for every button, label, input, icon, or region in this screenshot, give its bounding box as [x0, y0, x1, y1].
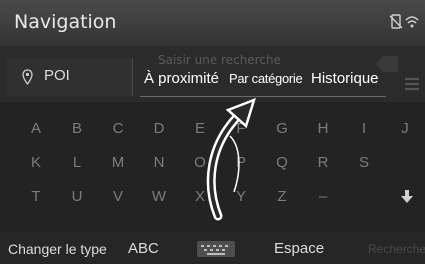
tab-par-categorie[interactable]: Par catégorie — [229, 71, 303, 89]
key-q[interactable]: Q — [262, 150, 302, 176]
key-j[interactable]: J — [385, 116, 425, 142]
key-y[interactable]: Y — [221, 184, 261, 210]
bottom-bar: Changer le type ABC Espace Rechercher — [0, 232, 425, 264]
search-input[interactable]: Saisir une recherche — [138, 50, 400, 72]
backspace-icon[interactable] — [376, 56, 398, 72]
key-d[interactable]: D — [139, 116, 179, 142]
key-o[interactable]: O — [180, 150, 220, 176]
search-placeholder: Saisir une recherche — [158, 53, 281, 67]
key-x[interactable]: X — [180, 184, 220, 210]
key-c[interactable]: C — [98, 116, 138, 142]
tab-a-proximite[interactable]: À proximité — [144, 70, 219, 90]
key-z[interactable]: Z — [262, 184, 302, 210]
key-e[interactable]: E — [180, 116, 220, 142]
key-w[interactable]: W — [139, 184, 179, 210]
wifi-icon — [405, 16, 419, 28]
status-icons — [389, 14, 419, 30]
poi-label: POI — [44, 67, 70, 84]
search-submit-button[interactable]: Rechercher — [368, 242, 425, 256]
tab-historique[interactable]: Historique — [311, 70, 379, 90]
phone-disabled-icon — [389, 14, 403, 29]
key-t[interactable]: T — [16, 184, 56, 210]
change-type-button[interactable]: Changer le type — [8, 241, 107, 257]
key-f[interactable]: F — [221, 116, 261, 142]
key-g[interactable]: G — [262, 116, 302, 142]
key-h[interactable]: H — [303, 116, 343, 142]
location-pin-icon — [22, 69, 33, 85]
key-dash[interactable]: – — [303, 184, 343, 210]
title-bar: Navigation — [0, 0, 425, 46]
key-v[interactable]: V — [98, 184, 138, 210]
key-p[interactable]: P — [221, 150, 261, 176]
key-m[interactable]: M — [98, 150, 138, 176]
key-b[interactable]: B — [57, 116, 97, 142]
key-s[interactable]: S — [344, 150, 384, 176]
list-icon[interactable] — [405, 78, 419, 90]
tabs-divider — [140, 96, 386, 97]
key-l[interactable]: L — [57, 150, 97, 176]
key-r[interactable]: R — [303, 150, 343, 176]
key-i[interactable]: I — [344, 116, 384, 142]
page-title: Navigation — [14, 11, 117, 33]
keyboard-icon[interactable] — [197, 241, 235, 257]
key-k[interactable]: K — [16, 150, 56, 176]
space-button[interactable]: Espace — [274, 240, 324, 257]
keyboard-keys: A B C D E F G H I J K L M N O P Q R S T … — [0, 116, 425, 216]
abc-button[interactable]: ABC — [128, 240, 159, 257]
key-u[interactable]: U — [57, 184, 97, 210]
key-n[interactable]: N — [139, 150, 179, 176]
down-arrow-icon[interactable] — [401, 190, 413, 204]
poi-button[interactable]: POI — [6, 58, 133, 96]
key-a[interactable]: A — [16, 116, 56, 142]
navigation-screen: Navigation Saisir une recherche POI À pr… — [0, 0, 425, 264]
